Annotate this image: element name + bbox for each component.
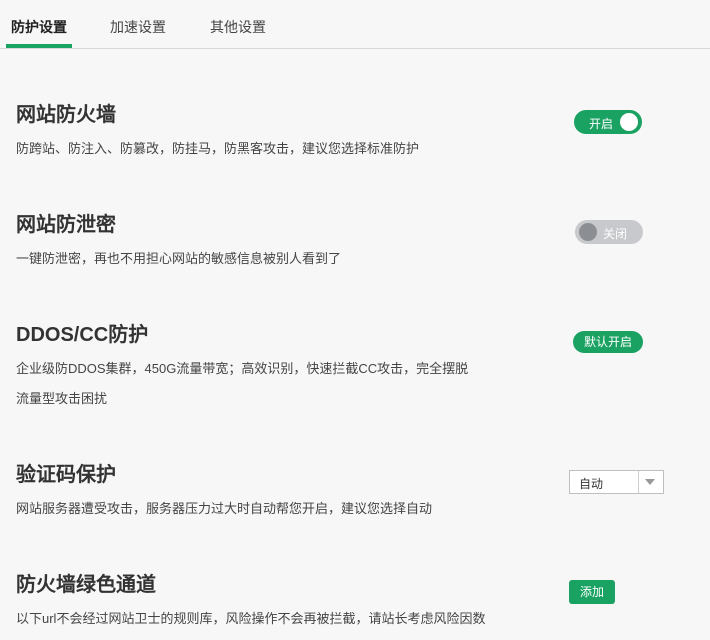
leak-protection-title: 网站防泄密: [16, 214, 116, 236]
firewall-description: 防跨站、防注入、防篡改，防挂马，防黑客攻击，建议您选择标准防护: [16, 141, 420, 156]
ddos-default-on-badge: 默认开启: [573, 331, 643, 353]
add-button[interactable]: 添加: [569, 580, 615, 604]
toggle-knob: [579, 223, 597, 241]
green-lane-description: 以下url不会经过网站卫士的规则库，风险操作不会再被拦截，请站长考虑风险因数: [16, 611, 486, 626]
tab-other-settings[interactable]: 其他设置: [210, 17, 266, 37]
tab-acceleration-settings[interactable]: 加速设置: [110, 17, 166, 37]
leak-protection-toggle-label: 关闭: [603, 227, 628, 241]
leak-protection-toggle[interactable]: 关闭: [575, 220, 643, 244]
tab-bar: 防护设置 加速设置 其他设置: [0, 0, 710, 49]
tab-protection-settings[interactable]: 防护设置: [11, 17, 67, 37]
select-divider: [638, 471, 639, 493]
captcha-description: 网站服务器遭受攻击，服务器压力过大时自动帮您开启，建议您选择自动: [16, 501, 433, 516]
settings-page: 防护设置 加速设置 其他设置 网站防火墙 防跨站、防注入、防篡改，防挂马，防黑客…: [0, 0, 710, 640]
ddos-cc-title: DDOS/CC防护: [16, 324, 149, 346]
leak-protection-description: 一键防泄密，再也不用担心网站的敏感信息被别人看到了: [16, 251, 342, 266]
ddos-cc-description-line1: 企业级防DDOS集群，450G流量带宽；高效识别，快速拦截CC攻击，完全摆脱: [16, 361, 469, 376]
ddos-cc-description-line2: 流量型攻击困扰: [16, 391, 108, 406]
chevron-down-icon: [645, 479, 655, 485]
green-lane-title: 防火墙绿色通道: [16, 574, 156, 596]
firewall-title: 网站防火墙: [16, 104, 116, 126]
captcha-mode-value: 自动: [579, 477, 604, 491]
active-tab-indicator: [6, 44, 72, 48]
firewall-toggle[interactable]: 开启: [574, 110, 642, 134]
captcha-title: 验证码保护: [16, 464, 116, 486]
toggle-knob: [620, 113, 638, 131]
captcha-mode-select[interactable]: 自动: [569, 470, 664, 494]
firewall-toggle-label: 开启: [589, 117, 614, 131]
